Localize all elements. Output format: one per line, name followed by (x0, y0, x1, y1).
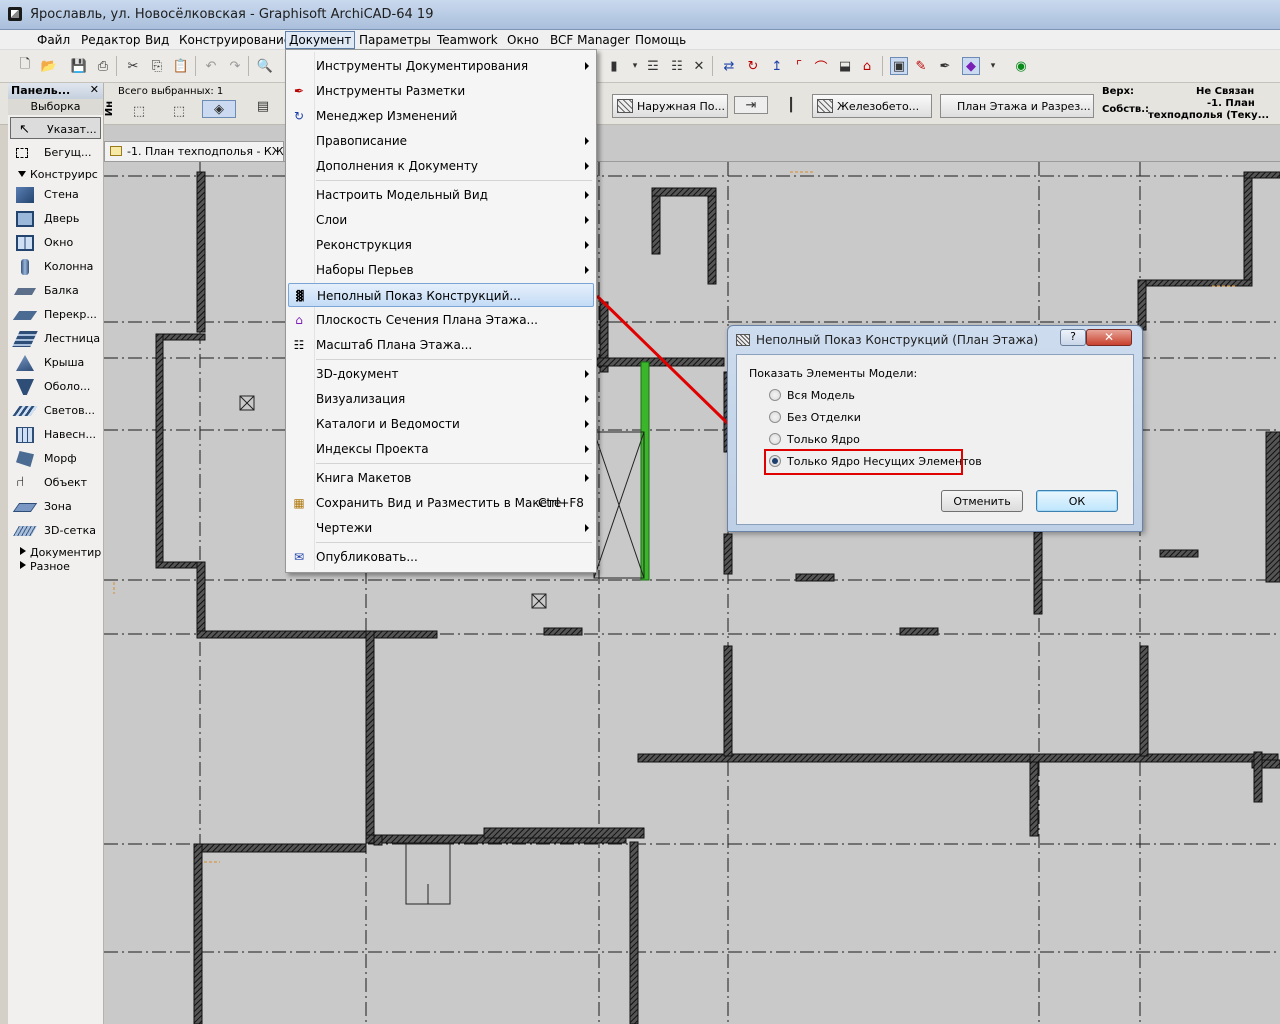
menu-item-markup-tools[interactable]: ✒ Инструменты Разметки (288, 79, 594, 103)
markup-icon: ✒ (293, 84, 305, 98)
annotation-highlight-box (764, 449, 963, 475)
menu-item-documenting-tools[interactable]: Инструменты Документирования (288, 54, 594, 78)
menu-item-spelling[interactable]: Правописание (288, 129, 594, 153)
menu-item-pen-sets[interactable]: Наборы Перьев (288, 258, 594, 282)
cancel-button[interactable]: Отменить (941, 490, 1023, 512)
menu-item-cut-plane[interactable]: ⌂ Плоскость Сечения Плана Этажа... (288, 308, 594, 332)
menu-item-model-view[interactable]: Настроить Модельный Вид (288, 183, 594, 207)
submenu-arrow-icon (585, 162, 589, 170)
shortcut-label: Ctrl+F8 (538, 496, 584, 510)
archicad-window: Ярославль, ул. Новосёлковская - Graphiso… (0, 0, 1280, 1024)
document-menu-dropdown: Инструменты Документирования ✒ Инструмент… (285, 49, 597, 573)
menu-item-plan-scale[interactable]: ☷ Масштаб Плана Этажа... (288, 333, 594, 357)
cut-plane-icon: ⌂ (295, 313, 303, 327)
menu-item-partial-structure-display[interactable]: ▓ Неполный Показ Конструкций... (288, 283, 594, 307)
change-manager-icon: ↻ (293, 109, 305, 123)
publish-icon: ✉ (293, 550, 305, 564)
menu-item-layout-book[interactable]: Книга Макетов (288, 466, 594, 490)
menu-item-change-manager[interactable]: ↻ Менеджер Изменений (288, 104, 594, 128)
submenu-arrow-icon (585, 216, 589, 224)
ok-button[interactable]: ОК (1036, 490, 1118, 512)
submenu-arrow-icon (585, 266, 589, 274)
menu-item-layers[interactable]: Слои (288, 208, 594, 232)
help-button[interactable]: ? (1060, 329, 1086, 346)
close-button[interactable]: ✕ (1086, 329, 1132, 346)
menu-item-project-indexes[interactable]: Индексы Проекта (288, 437, 594, 461)
submenu-arrow-icon (585, 395, 589, 403)
submenu-arrow-icon (585, 191, 589, 199)
scale-icon: ☷ (293, 338, 305, 352)
menu-item-3d-document[interactable]: 3D-документ (288, 362, 594, 386)
menu-item-publish[interactable]: ✉ Опубликовать... (288, 545, 594, 569)
submenu-arrow-icon (585, 445, 589, 453)
menu-item-schedules[interactable]: Каталоги и Ведомости (288, 412, 594, 436)
menu-item-save-view-place[interactable]: ▦ Сохранить Вид и Разместить в Макете Ctrl… (288, 491, 594, 515)
dialog-title: Неполный Показ Конструкций (План Этажа) (756, 333, 1039, 347)
menu-item-drawings[interactable]: Чертежи (288, 516, 594, 540)
submenu-arrow-icon (585, 420, 589, 428)
menu-item-document-extras[interactable]: Дополнения к Документу (288, 154, 594, 178)
save-view-icon: ▦ (293, 496, 305, 510)
show-model-elements-label: Показать Элементы Модели: (749, 367, 918, 380)
submenu-arrow-icon (585, 524, 589, 532)
submenu-arrow-icon (585, 241, 589, 249)
submenu-arrow-icon (585, 474, 589, 482)
dialog-body: Показать Элементы Модели: Вся Модель Без… (736, 354, 1134, 525)
submenu-arrow-icon (585, 137, 589, 145)
submenu-arrow-icon (585, 370, 589, 378)
menu-item-renovation[interactable]: Реконструкция (288, 233, 594, 257)
partial-structure-icon (736, 334, 750, 346)
partial-structure-icon: ▓ (296, 290, 304, 302)
partial-structure-dialog: Неполный Показ Конструкций (План Этажа) … (727, 325, 1143, 532)
menu-item-visualization[interactable]: Визуализация (288, 387, 594, 411)
submenu-arrow-icon (585, 62, 589, 70)
